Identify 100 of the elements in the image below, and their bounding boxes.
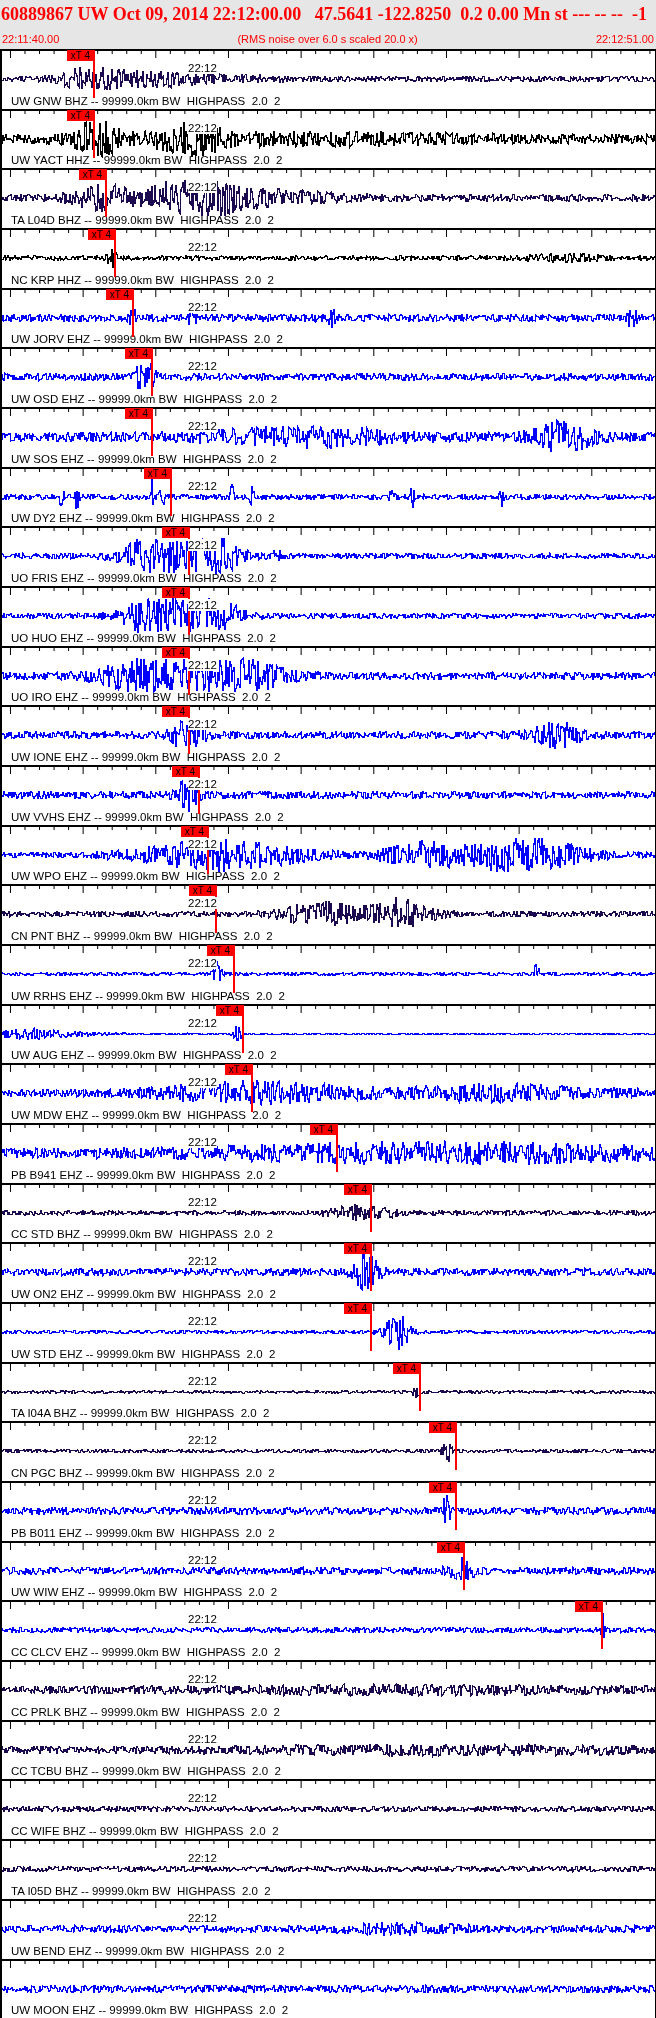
pick-line xyxy=(114,229,116,277)
station-label: UW DY2 EHZ -- 99999.0km BW HIGHPASS 2.0 2 xyxy=(11,512,275,526)
pick-flag: xT 4 xyxy=(67,109,94,121)
pick-line xyxy=(170,467,172,516)
pick-line xyxy=(93,109,95,158)
pick-flag: xT 4 xyxy=(106,288,133,300)
pick-line xyxy=(198,766,200,815)
time-label: 22:12 xyxy=(188,479,217,492)
pick-line xyxy=(132,288,134,337)
pick-line xyxy=(188,646,190,695)
time-label: 22:12 xyxy=(188,1016,217,1029)
pick-flag: xT 4 xyxy=(429,1422,456,1434)
pick-flag: xT 4 xyxy=(88,229,115,240)
station-label: UW WIW EHZ -- 99999.0km BW HIGHPASS 2.0 2 xyxy=(11,1586,278,1600)
time-label: 22:12 xyxy=(188,837,217,850)
station-label: UW VVHS EHZ -- 99999.0km BW HIGHPASS 2.0 2 xyxy=(11,810,284,824)
time-label: 22:12 xyxy=(188,1195,217,1208)
station-label: UW YACT HHZ -- 99999.0km BW HIGHPASS 2.0 2 xyxy=(11,154,283,168)
pick-line xyxy=(105,169,107,218)
pick-line xyxy=(207,825,209,874)
station-label: CN PNT BHZ -- 99999.0km BW HIGHPASS 2.0 2 xyxy=(11,930,273,944)
time-label: 22:12 xyxy=(188,181,217,194)
station-label: CC TCBU BHZ -- 99999.0km BW HIGHPASS 2.0 2 xyxy=(11,1765,281,1779)
station-label: PB B941 EHZ -- 99999.0km BW HIGHPASS 2.0 2 xyxy=(11,1168,276,1182)
pick-line xyxy=(188,587,190,636)
time-label: 22:12 xyxy=(188,1076,217,1089)
pick-line xyxy=(455,1422,457,1471)
station-label: TA I04A BHZ -- 99999.0km BW HIGHPASS 2.0 2 xyxy=(11,1407,270,1421)
time-label: 22:12 xyxy=(188,718,217,731)
station-label: CN PGC BHZ -- 99999.0km BW HIGHPASS 2.0 2 xyxy=(11,1467,275,1481)
pick-flag: xT 4 xyxy=(344,1303,371,1315)
time-label: 22:12 xyxy=(188,300,217,313)
station-label: UW AUG EHZ -- 99999.0km BW HIGHPASS 2.0 2 xyxy=(11,1049,277,1063)
pick-line xyxy=(93,50,95,98)
time-label: 22:12 xyxy=(188,1315,217,1328)
station-label: CC PRLK BHZ -- 99999.0km BW HIGHPASS 2.0 2 xyxy=(11,1705,280,1719)
station-label: NC KRP HHZ -- 99999.0km BW HIGHPASS 2.0 2 xyxy=(11,273,274,287)
pick-line xyxy=(601,1601,603,1650)
scale-note: (RMS noise over 6.0 s scaled 20.0 x) xyxy=(237,33,418,45)
time-label: 22:12 xyxy=(188,62,217,74)
pick-flag: xT 4 xyxy=(162,587,189,599)
pick-flag: xT 4 xyxy=(79,169,106,181)
pick-line xyxy=(419,1362,421,1411)
pick-line xyxy=(151,348,153,397)
pick-line xyxy=(463,1541,465,1590)
pick-flag: xT 4 xyxy=(144,467,171,479)
pick-line xyxy=(188,706,190,755)
pick-line xyxy=(151,408,153,457)
pick-flag: xT 4 xyxy=(344,1183,371,1195)
station-label: UW RRHS EHZ -- 99999.0km BW HIGHPASS 2.0 2 xyxy=(11,989,285,1003)
time-label: 22:12 xyxy=(188,539,217,552)
pick-line xyxy=(251,1064,253,1113)
time-label: 22:12 xyxy=(188,897,217,910)
pick-line xyxy=(215,885,217,934)
pick-line xyxy=(455,1482,457,1531)
start-time: 22:11:40.00 xyxy=(2,33,60,45)
time-label: 22:12 xyxy=(188,360,217,373)
station-label: TA I05D BHZ -- 99999.0km BW HIGHPASS 2.0 2 xyxy=(11,1884,271,1898)
time-label: 22:12 xyxy=(188,241,217,253)
time-label: 22:12 xyxy=(188,1434,217,1447)
time-label: 22:12 xyxy=(188,1911,217,1924)
station-label: CC STD BHZ -- 99999.0km BW HIGHPASS 2.0 2 xyxy=(11,1228,273,1242)
time-label: 22:12 xyxy=(188,1673,217,1686)
time-label: 22:12 xyxy=(188,778,217,791)
pick-flag: xT 4 xyxy=(207,945,234,957)
event-title: 60889867 UW Oct 09, 2014 22:12:00.00 47.5641 -122.8250 0.2 0.00 Mn st --- -- -- -1 xyxy=(0,3,649,26)
station-label: UW JORV EHZ -- 99999.0km BW HIGHPASS 2.0 2 xyxy=(11,333,283,347)
pick-flag: xT 4 xyxy=(125,408,152,420)
time-label: 22:12 xyxy=(188,658,217,671)
station-label: UW SOS EHZ -- 99999.0km BW HIGHPASS 2.0 2 xyxy=(11,452,277,466)
time-label: 22:12 xyxy=(188,1732,217,1745)
station-label: UW BEND EHZ -- 99999.0km BW HIGHPASS 2.0 2 xyxy=(11,1944,285,1958)
time-label: 22:12 xyxy=(188,420,217,433)
pick-flag: xT 4 xyxy=(162,706,189,718)
pick-flag: xT 4 xyxy=(437,1541,464,1553)
pick-flag: xT 4 xyxy=(67,50,94,61)
pick-line xyxy=(370,1183,372,1232)
station-label: CC WIFE BHZ -- 99999.0km BW HIGHPASS 2.0 2 xyxy=(11,1825,279,1839)
station-label: UO HUO EHZ -- 99999.0km BW HIGHPASS 2.0 2 xyxy=(11,631,276,645)
end-time: 22:12:51.00 xyxy=(595,33,654,45)
pick-line xyxy=(336,1124,338,1173)
pick-flag: xT 4 xyxy=(181,825,208,837)
station-label: UW IONE EHZ -- 99999.0km BW HIGHPASS 2.0 2 xyxy=(11,751,281,765)
pick-flag: xT 4 xyxy=(429,1482,456,1494)
station-label: UO FRIS EHZ -- 99999.0km BW HIGHPASS 2.0 2 xyxy=(11,572,277,586)
pick-flag: xT 4 xyxy=(162,527,189,539)
pick-line xyxy=(233,945,235,994)
station-label: CC CLCV EHZ -- 99999.0km BW HIGHPASS 2.0 2 xyxy=(11,1646,281,1660)
time-label: 22:12 xyxy=(188,121,217,134)
pick-flag: xT 4 xyxy=(575,1601,602,1613)
pick-flag: xT 4 xyxy=(225,1064,252,1076)
pick-flag: xT 4 xyxy=(189,885,216,897)
time-label: 22:12 xyxy=(188,1374,217,1387)
station-label: UW STD EHZ -- 99999.0km BW HIGHPASS 2.0 2 xyxy=(11,1347,276,1361)
time-label: 22:12 xyxy=(188,1553,217,1566)
station-label: UW OSD EHZ -- 99999.0km BW HIGHPASS 2.0 2 xyxy=(11,393,278,407)
pick-flag: xT 4 xyxy=(125,348,152,360)
station-label: UW WPO EHZ -- 99999.0km BW HIGHPASS 2.0 2 xyxy=(11,870,280,884)
pick-line xyxy=(188,527,190,576)
station-label: UW MOON EHZ -- 99999.0km BW HIGHPASS 2.0 2 xyxy=(11,2004,289,2018)
